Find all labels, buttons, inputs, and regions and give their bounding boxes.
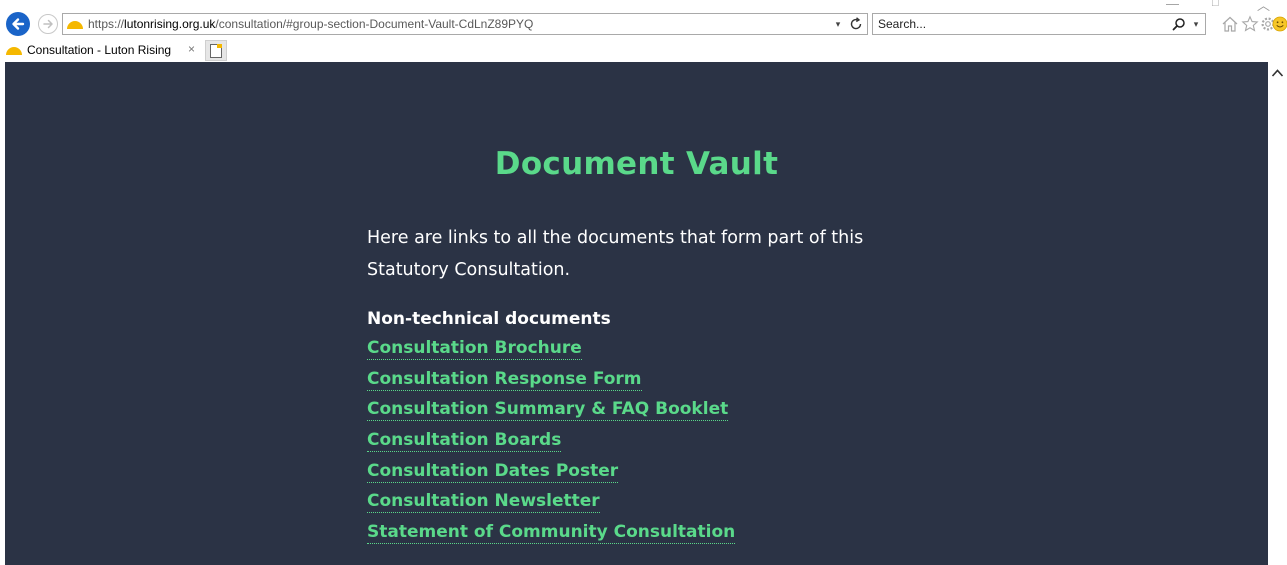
- link-consultation-summary-faq-booklet[interactable]: Consultation Summary & FAQ Booklet: [367, 399, 729, 422]
- list-item: Consultation Newsletter: [367, 491, 735, 522]
- list-item: Consultation Response Form: [367, 368, 735, 400]
- scroll-up-icon[interactable]: [1271, 68, 1284, 78]
- list-item: Consultation Dates Poster: [367, 460, 735, 492]
- link-statement-of-community-consultation[interactable]: Statement of Community Consultation: [367, 522, 736, 545]
- feedback-button[interactable]: [1272, 14, 1287, 34]
- back-button[interactable]: [6, 12, 30, 36]
- url-text[interactable]: https://lutonrising.org.uk/consultation/…: [88, 17, 831, 31]
- vertical-scrollbar[interactable]: [1268, 62, 1287, 565]
- link-consultation-dates-poster[interactable]: Consultation Dates Poster: [367, 460, 619, 483]
- refresh-icon: [850, 17, 862, 30]
- tab-favicon: [6, 47, 22, 55]
- smiley-feedback-icon: [1272, 16, 1287, 32]
- link-consultation-newsletter[interactable]: Consultation Newsletter: [367, 491, 600, 514]
- new-tab-icon: [210, 43, 222, 58]
- list-item: Statement of Community Consultation: [367, 522, 736, 553]
- restore-window-icon[interactable]: □: [1212, 0, 1219, 9]
- new-tab-button[interactable]: [205, 40, 227, 61]
- url-path: /consultation/#group-section-Document-Va…: [215, 17, 534, 31]
- minimize-window-icon[interactable]: —: [1166, 0, 1179, 11]
- favorites-star-icon: [1241, 15, 1259, 32]
- favorites-button[interactable]: [1240, 14, 1260, 34]
- address-bar[interactable]: https://lutonrising.org.uk/consultation/…: [62, 13, 868, 35]
- list-item: Consultation Summary & FAQ Booklet: [367, 399, 735, 430]
- home-icon: [1222, 16, 1238, 32]
- tab-title: Consultation - Luton Rising: [27, 43, 172, 57]
- search-button[interactable]: [1169, 14, 1189, 34]
- forward-button[interactable]: [38, 14, 58, 34]
- tab-consultation[interactable]: Consultation - Luton Rising ×: [0, 38, 203, 62]
- link-consultation-brochure[interactable]: Consultation Brochure: [367, 338, 582, 360]
- tab-close-icon[interactable]: ×: [188, 42, 195, 56]
- home-button[interactable]: [1220, 14, 1240, 34]
- back-arrow-icon: [12, 18, 25, 30]
- refresh-button[interactable]: [845, 14, 867, 34]
- tab-strip: Consultation - Luton Rising ×: [0, 38, 1287, 62]
- search-input[interactable]: [873, 15, 1169, 33]
- site-favicon: [64, 14, 86, 34]
- document-list: Consultation Brochure Consultation Respo…: [367, 338, 736, 553]
- forward-arrow-icon: [43, 19, 53, 29]
- page-viewport: Document Vault Here are links to all the…: [5, 62, 1268, 565]
- link-consultation-response-form[interactable]: Consultation Response Form: [367, 368, 642, 391]
- search-dropdown-icon[interactable]: ▾: [1189, 19, 1203, 30]
- search-icon: [1172, 18, 1185, 31]
- url-domain: lutonrising.org.uk: [124, 17, 216, 31]
- intro-text: Here are links to all the documents that…: [367, 228, 864, 280]
- list-item: Consultation Brochure: [367, 338, 735, 369]
- search-box[interactable]: ▾: [872, 13, 1206, 35]
- page-title: Document Vault: [494, 146, 779, 182]
- browser-chrome: — □ ︿ https://lutonrising.org.uk/consult…: [0, 0, 1287, 62]
- address-dropdown-icon[interactable]: ▾: [831, 19, 845, 30]
- url-prefix: https://: [88, 17, 125, 31]
- section-heading: Non-technical documents: [367, 309, 611, 329]
- list-item: Consultation Boards: [367, 430, 735, 461]
- link-consultation-boards[interactable]: Consultation Boards: [367, 430, 562, 453]
- close-window-icon[interactable]: ︿: [1257, 0, 1270, 14]
